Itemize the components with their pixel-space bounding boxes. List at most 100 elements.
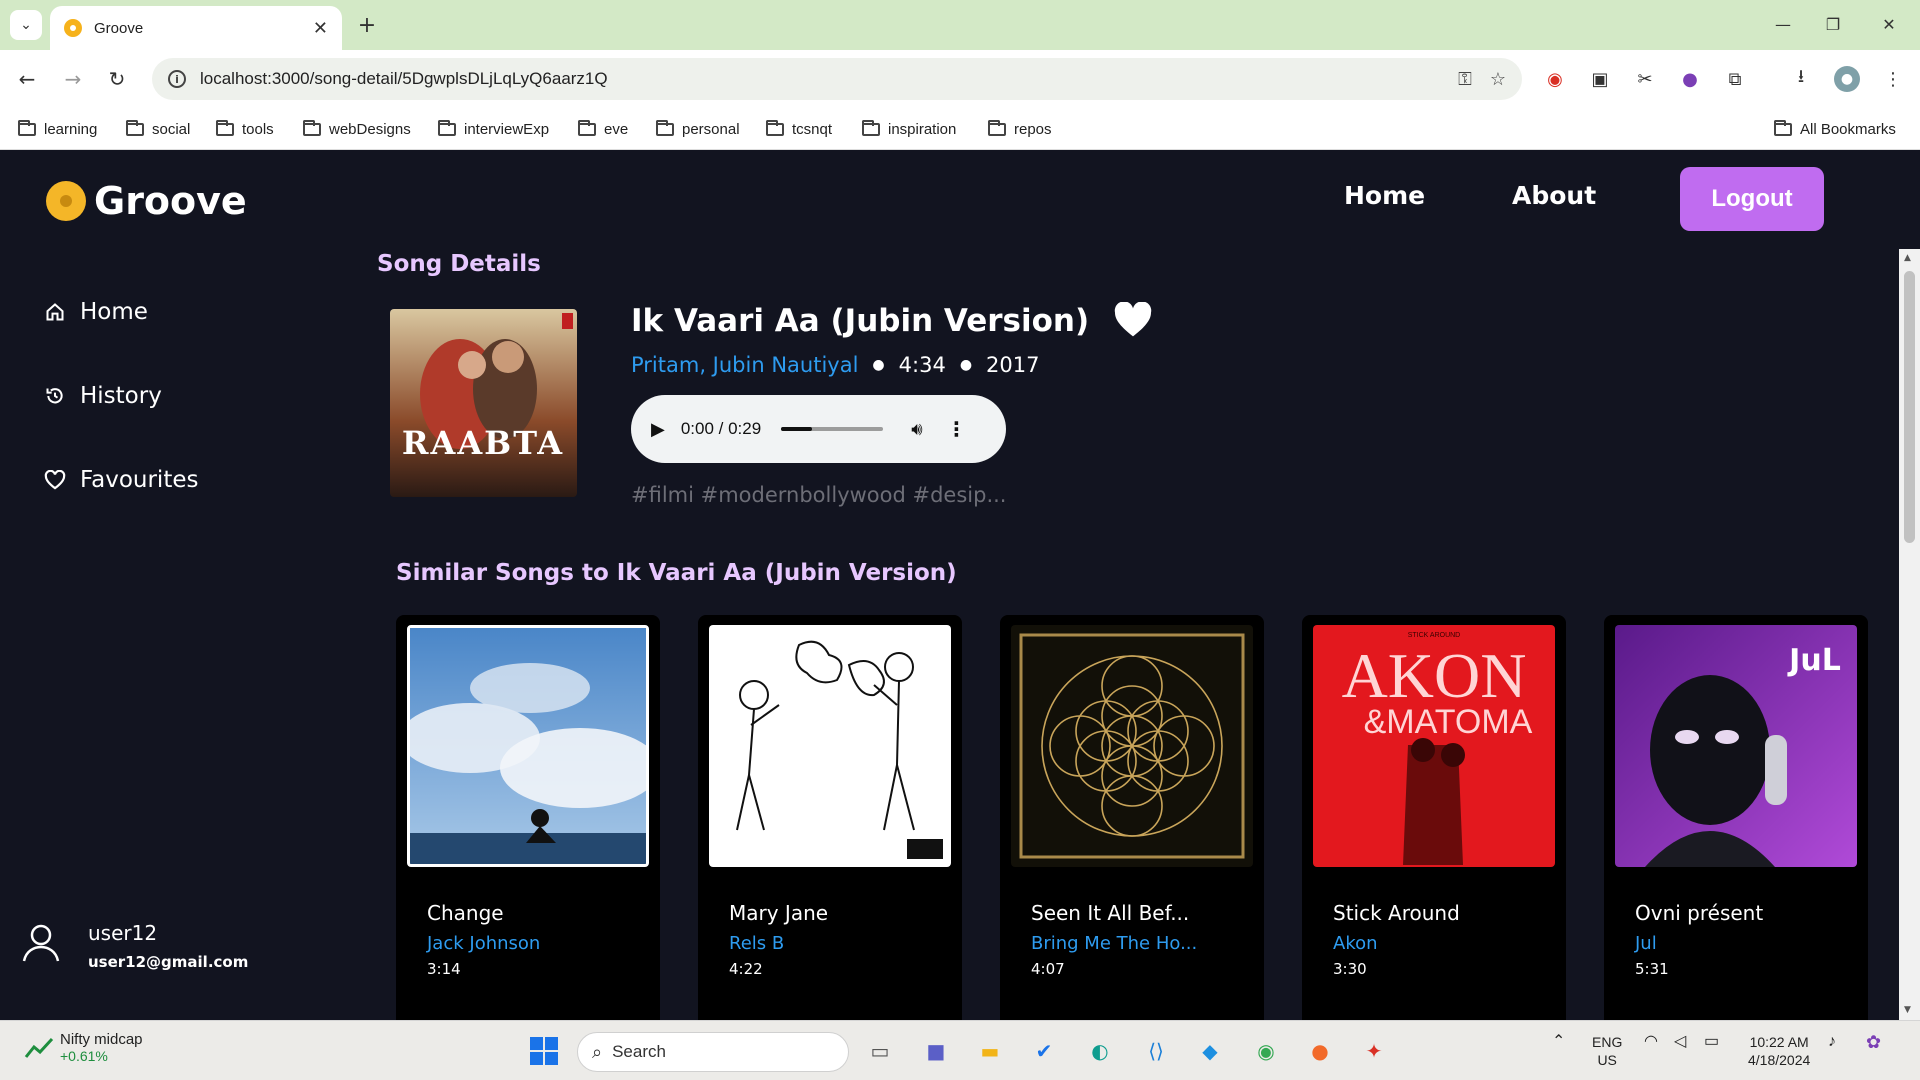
sidebar-item-label: Favourites bbox=[80, 467, 199, 493]
clock-time: 10:22 AM bbox=[1749, 1034, 1809, 1050]
more-menu-icon[interactable]: ⋮ bbox=[1880, 66, 1906, 92]
close-window-button[interactable]: ✕ bbox=[1866, 8, 1912, 40]
matoma-art-text: &MATOMA bbox=[1364, 703, 1533, 741]
song-card-artist[interactable]: Rels B bbox=[729, 933, 784, 954]
song-card[interactable]: Seen It All Bef... Bring Me The Ho... 4:… bbox=[1000, 615, 1264, 1020]
play-icon[interactable]: ▶ bbox=[651, 419, 665, 440]
sidebar-item-history[interactable]: History bbox=[44, 383, 162, 409]
address-bar[interactable]: i localhost:3000/song-detail/5DgwplsDLjL… bbox=[152, 58, 1522, 100]
favourite-heart-icon[interactable] bbox=[1113, 302, 1153, 338]
widget-name: Nifty midcap bbox=[60, 1031, 143, 1048]
bookmark-folder[interactable]: webDesigns bbox=[303, 117, 411, 141]
start-button[interactable] bbox=[526, 1033, 562, 1069]
taskbar-search[interactable]: ⌕ Search bbox=[577, 1032, 849, 1072]
song-card[interactable]: Mary Jane Rels B 4:22 bbox=[698, 615, 962, 1020]
new-tab-button[interactable]: + bbox=[352, 10, 382, 40]
scroll-down-icon[interactable]: ▼ bbox=[1904, 1005, 1911, 1015]
bookmark-folder[interactable]: personal bbox=[656, 117, 740, 141]
battery-icon[interactable]: ▭ bbox=[1704, 1033, 1719, 1051]
separator-dot: ● bbox=[872, 357, 885, 373]
bookmark-folder[interactable]: inspiration bbox=[862, 117, 956, 141]
profile-avatar[interactable]: ● bbox=[1834, 66, 1860, 92]
reload-button[interactable]: ↻ bbox=[102, 64, 132, 94]
browser-tab[interactable]: Groove ✕ bbox=[50, 6, 342, 50]
site-info-icon[interactable]: i bbox=[168, 70, 186, 88]
key-icon[interactable]: ⚿ bbox=[1458, 69, 1472, 90]
audio-time: 0:00 / 0:29 bbox=[680, 419, 762, 438]
copilot-icon[interactable]: ✿ bbox=[1866, 1033, 1881, 1051]
folder-icon bbox=[438, 119, 456, 136]
star-icon[interactable]: ☆ bbox=[1490, 69, 1506, 90]
scrollbar-thumb[interactable] bbox=[1904, 271, 1915, 543]
vscode-icon[interactable]: ⟨⟩ bbox=[1138, 1033, 1174, 1069]
tab-search-button[interactable]: ⌄ bbox=[10, 10, 42, 40]
forward-button[interactable]: → bbox=[58, 64, 88, 94]
speaker-icon[interactable]: ◁ bbox=[1674, 1033, 1686, 1051]
sidebar-item-home[interactable]: Home bbox=[44, 299, 148, 325]
picture-in-picture-icon[interactable]: ▣ bbox=[1587, 66, 1613, 92]
color-extension-icon[interactable]: ● bbox=[1677, 66, 1703, 92]
reload-icon: ↻ bbox=[108, 67, 126, 91]
nav-about-link[interactable]: About bbox=[1512, 181, 1596, 210]
folder-icon bbox=[18, 119, 36, 136]
notification-bell-icon[interactable]: ♪ bbox=[1828, 1033, 1836, 1051]
extension-icon[interactable]: ✂ bbox=[1632, 66, 1658, 92]
song-card-artist[interactable]: Akon bbox=[1333, 933, 1378, 954]
audio-player: ▶ 0:00 / 0:29 🔊︎ ⋮ bbox=[631, 395, 1006, 463]
logout-button[interactable]: Logout bbox=[1680, 167, 1824, 231]
song-title: Ik Vaari Aa (Jubin Version) bbox=[631, 303, 1090, 339]
bookmark-folder[interactable]: repos bbox=[988, 117, 1052, 141]
todo-icon[interactable]: ✔ bbox=[1026, 1033, 1062, 1069]
song-card[interactable]: Change Jack Johnson 3:14 bbox=[396, 615, 660, 1020]
brand-logo[interactable]: Groove bbox=[46, 179, 247, 223]
docker-icon[interactable]: ◆ bbox=[1192, 1033, 1228, 1069]
close-icon[interactable]: ✕ bbox=[313, 18, 328, 39]
separator-dot: ● bbox=[959, 357, 973, 373]
bookmark-folder[interactable]: tools bbox=[216, 117, 274, 141]
wifi-icon[interactable]: ◠ bbox=[1644, 1033, 1658, 1051]
teams-icon[interactable]: ■ bbox=[918, 1033, 954, 1069]
volume-icon[interactable]: 🔊︎ bbox=[911, 419, 922, 440]
more-options-icon[interactable]: ⋮ bbox=[947, 417, 967, 441]
task-view-icon[interactable]: ▭ bbox=[862, 1033, 898, 1069]
nav-home-link[interactable]: Home bbox=[1344, 181, 1425, 210]
bookmark-folder[interactable]: interviewExp bbox=[438, 117, 549, 141]
song-card-artist[interactable]: Jack Johnson bbox=[427, 933, 540, 954]
bookmark-folder[interactable]: learning bbox=[18, 117, 97, 141]
song-card-artist[interactable]: Jul bbox=[1635, 933, 1657, 954]
bookmark-folder[interactable]: tcsnqt bbox=[766, 117, 832, 141]
edge-icon[interactable]: ◐ bbox=[1082, 1033, 1118, 1069]
section-title-song-details: Song Details bbox=[377, 251, 541, 277]
chrome-icon[interactable]: ◉ bbox=[1248, 1033, 1284, 1069]
git-icon[interactable]: ✦ bbox=[1356, 1033, 1392, 1069]
language-indicator[interactable]: ENG US bbox=[1592, 1033, 1622, 1069]
all-bookmarks[interactable]: All Bookmarks bbox=[1774, 117, 1896, 141]
file-explorer-icon[interactable]: ▬ bbox=[972, 1033, 1008, 1069]
browser-toolbar: ← → ↻ i localhost:3000/song-detail/5Dgwp… bbox=[0, 50, 1920, 108]
url-text[interactable]: localhost:3000/song-detail/5DgwplsDLjLqL… bbox=[200, 69, 1440, 89]
record-extension-icon[interactable]: ◉ bbox=[1542, 66, 1568, 92]
sidebar-item-favourites[interactable]: Favourites bbox=[44, 467, 198, 493]
sidebar-item-label: History bbox=[80, 383, 162, 409]
audio-seek-bar[interactable] bbox=[781, 427, 884, 431]
puzzle-icon[interactable]: ⧉ bbox=[1722, 66, 1748, 92]
clock[interactable]: 10:22 AM 4/18/2024 bbox=[1748, 1033, 1810, 1069]
song-card-artist[interactable]: Bring Me The Ho... bbox=[1031, 933, 1197, 954]
restore-button[interactable]: ❐ bbox=[1810, 8, 1856, 40]
song-artists-link[interactable]: Pritam, Jubin Nautiyal bbox=[631, 353, 858, 377]
chevron-down-icon: ⌄ bbox=[20, 17, 32, 33]
show-hidden-icons[interactable]: ⌃ bbox=[1552, 1033, 1565, 1051]
user-name: user12 bbox=[88, 921, 158, 945]
stock-widget[interactable]: Nifty midcap +0.61% bbox=[24, 1031, 143, 1064]
back-button[interactable]: ← bbox=[12, 64, 42, 94]
minimize-button[interactable]: — bbox=[1760, 8, 1806, 40]
bookmark-folder[interactable]: eve bbox=[578, 117, 628, 141]
postman-icon[interactable]: ● bbox=[1302, 1033, 1338, 1069]
user-profile[interactable]: user12 user12@gmail.com bbox=[20, 921, 248, 971]
bookmark-folder[interactable]: social bbox=[126, 117, 190, 141]
song-card[interactable]: STICK AROUND AKON &MATOMA Stick Around A… bbox=[1302, 615, 1566, 1020]
download-icon[interactable]: ⭳ bbox=[1788, 66, 1814, 92]
page-scrollbar[interactable]: ▲ ▼ bbox=[1899, 249, 1920, 1020]
song-card[interactable]: JuL Ovni présent Jul 5:31 bbox=[1604, 615, 1868, 1020]
scroll-up-icon[interactable]: ▲ bbox=[1904, 253, 1911, 263]
